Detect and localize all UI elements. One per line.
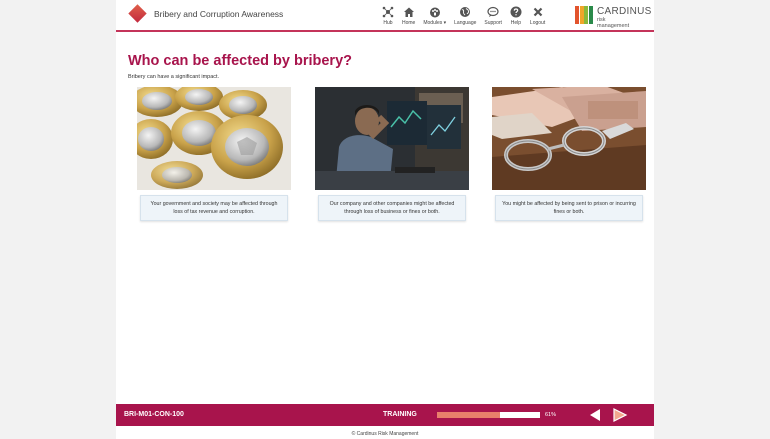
page-subtitle: Bribery can have a significant impact. bbox=[128, 74, 220, 80]
top-nav: Hub Home Modules ▾ Language Support Help… bbox=[382, 6, 553, 28]
nav-help[interactable]: Help bbox=[510, 6, 522, 28]
nav-language[interactable]: Language bbox=[454, 6, 476, 28]
home-icon bbox=[403, 7, 414, 17]
handcuffs-money-image bbox=[492, 87, 646, 190]
nav-support-label: Support bbox=[484, 20, 502, 26]
cardinus-bars-icon bbox=[575, 6, 593, 24]
nav-modules[interactable]: Modules ▾ bbox=[423, 6, 446, 28]
course-title: Bribery and Corruption Awareness bbox=[154, 9, 284, 19]
nav-support[interactable]: Support bbox=[484, 6, 502, 28]
card-caption-government: Your government and society may be affec… bbox=[140, 195, 288, 221]
progress-percent: 61% bbox=[545, 412, 557, 418]
card-caption-individual: You might be affected by being sent to p… bbox=[495, 195, 643, 221]
course-logo-icon bbox=[128, 4, 147, 23]
nav-logout-label: Logout bbox=[529, 20, 546, 26]
header-bar: Bribery and Corruption Awareness Hub Hom… bbox=[116, 0, 654, 32]
hub-icon bbox=[382, 6, 394, 18]
page-title: Who can be affected by bribery? bbox=[128, 53, 352, 69]
progress-bar bbox=[437, 412, 540, 418]
previous-page-button[interactable] bbox=[588, 408, 602, 422]
brand-name: CARDINUS bbox=[597, 6, 652, 17]
nav-help-label: Help bbox=[510, 20, 522, 26]
coins-image bbox=[137, 87, 291, 190]
help-icon bbox=[510, 6, 522, 18]
nav-home-label: Home bbox=[402, 20, 416, 26]
section-label: TRAINING bbox=[383, 411, 417, 418]
close-icon bbox=[533, 7, 542, 17]
nav-logout[interactable]: Logout bbox=[530, 6, 545, 28]
nav-hub-label: Hub bbox=[383, 20, 393, 26]
footer-bar: BRI-M01-CON-100 TRAINING 61% bbox=[116, 404, 654, 426]
nav-modules-label: Modules ▾ bbox=[423, 20, 447, 26]
chat-icon bbox=[487, 6, 499, 17]
copyright-text: © Cardinus Risk Management bbox=[351, 431, 419, 437]
nav-hub[interactable]: Hub bbox=[382, 6, 394, 28]
nav-language-label: Language bbox=[454, 20, 477, 26]
card-caption-company: Our company and other companies might be… bbox=[318, 195, 466, 221]
page-code: BRI-M01-CON-100 bbox=[124, 411, 184, 418]
nav-home[interactable]: Home bbox=[402, 6, 415, 28]
next-page-button[interactable] bbox=[612, 408, 628, 422]
globe-icon bbox=[460, 7, 471, 17]
brand-sub: risk management bbox=[597, 17, 630, 29]
stressed-man-image bbox=[315, 87, 469, 190]
progress-fill bbox=[437, 412, 500, 418]
modules-icon bbox=[429, 7, 440, 18]
